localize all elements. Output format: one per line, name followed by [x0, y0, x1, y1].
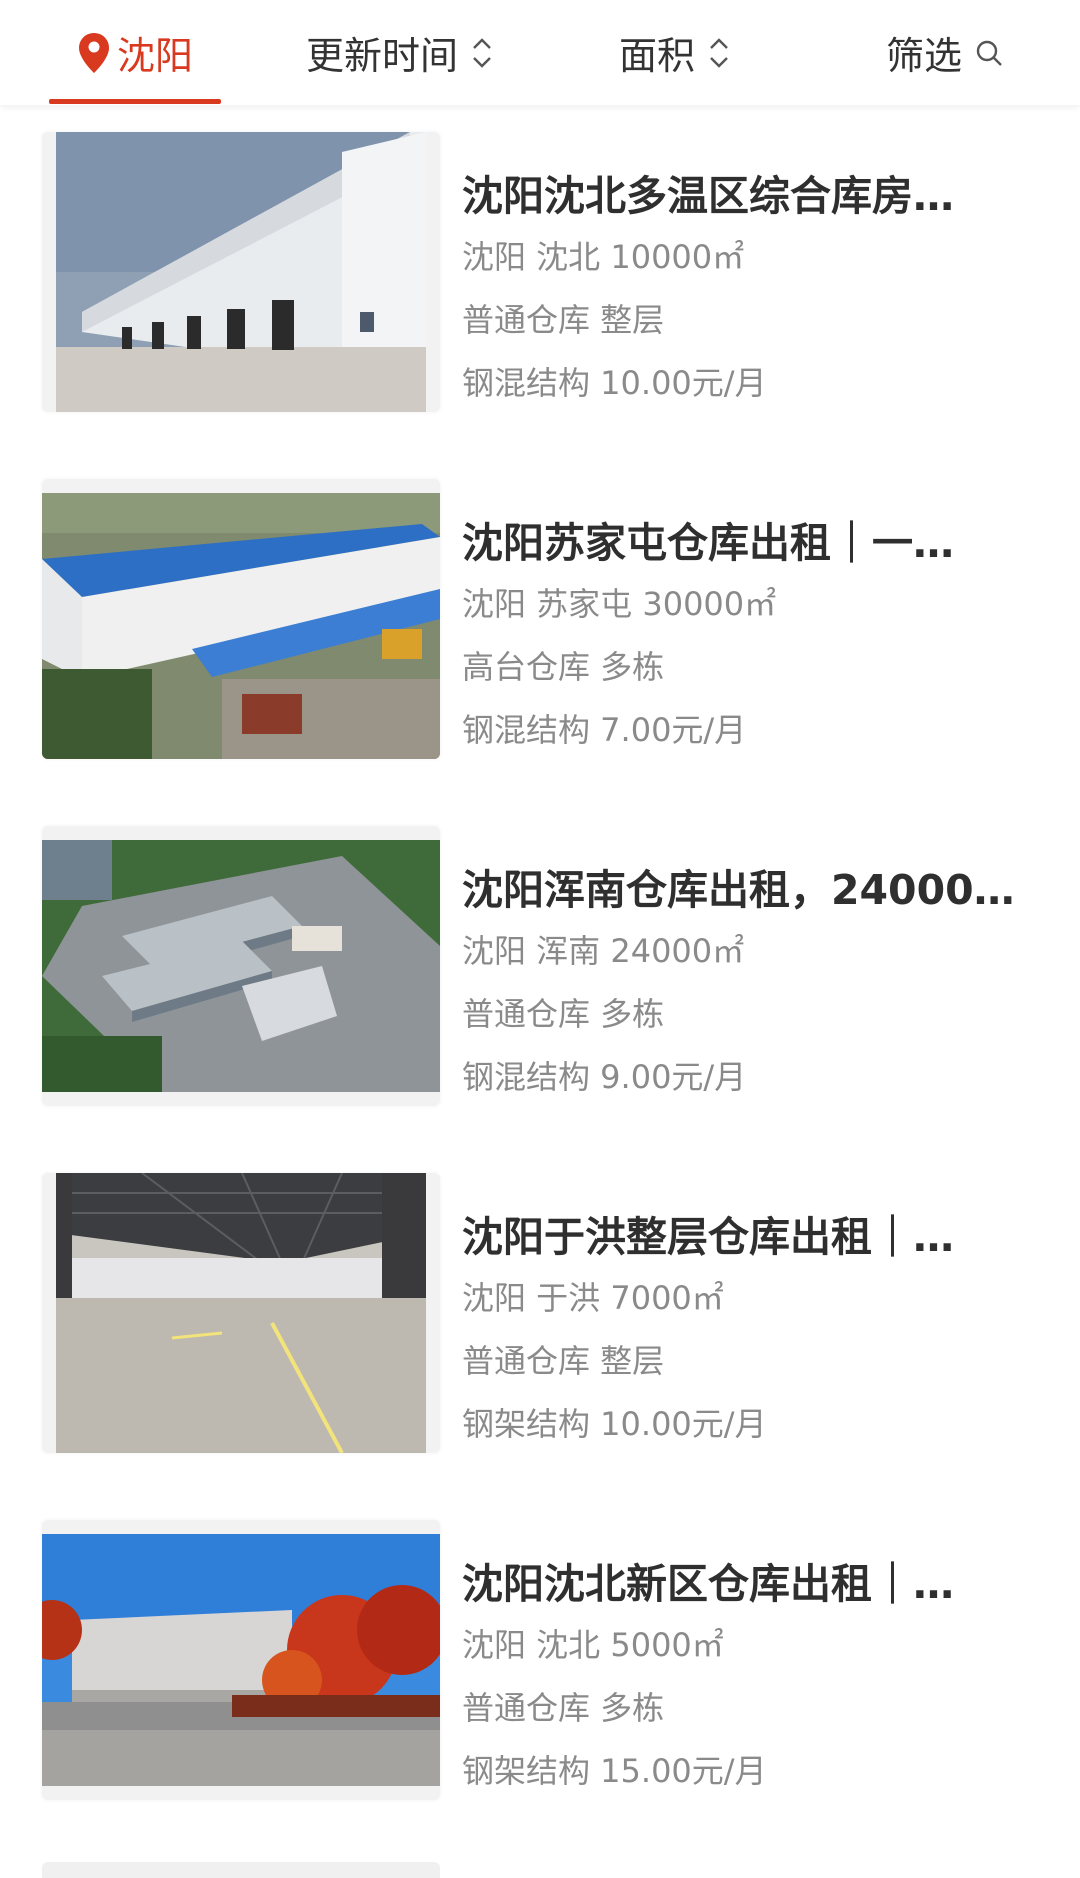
filter-button[interactable]: 筛选 [870, 0, 1020, 105]
listing-title: 沈阳沈北新区仓库出租｜… [462, 1560, 954, 1608]
listing-price: 钢混结构 10.00元/月 [462, 364, 767, 402]
location-pin-icon [78, 32, 109, 73]
listing-thumbnail [42, 826, 440, 1106]
warehouse-park-rendering-image [42, 840, 440, 1092]
listing-title: 沈阳浑南仓库出租，24000… [462, 866, 1015, 914]
listing-thumbnail [42, 1173, 440, 1453]
listing-location: 沈阳 于洪 7000㎡ [462, 1279, 724, 1317]
listing-card[interactable]: 沈阳苏家屯仓库出租｜一… 沈阳 苏家屯 30000㎡ 高台仓库 多栋 钢混结构 … [0, 479, 1080, 827]
listing-thumbnail [42, 132, 440, 412]
listing-type: 普通仓库 多栋 [462, 1689, 665, 1727]
listing-card[interactable]: 沈阳于洪整层仓库出租｜… 沈阳 于洪 7000㎡ 普通仓库 整层 钢架结构 10… [0, 1173, 1080, 1521]
warehouse-with-red-trees-image [42, 1534, 440, 1786]
search-icon [976, 40, 1002, 66]
listing-type: 普通仓库 多栋 [462, 995, 665, 1033]
listing-location: 沈阳 沈北 10000㎡ [462, 238, 745, 276]
listing-type: 普通仓库 整层 [462, 301, 665, 339]
listing-price: 钢架结构 15.00元/月 [462, 1752, 767, 1790]
listing-location: 沈阳 浑南 24000㎡ [462, 932, 745, 970]
sort-updown-icon [710, 37, 728, 68]
sort-area[interactable]: 面积 [600, 0, 750, 105]
city-selector[interactable]: 沈阳 [60, 0, 210, 105]
listing-title: 沈阳于洪整层仓库出租｜… [462, 1213, 954, 1261]
listing-thumbnail [42, 1520, 440, 1800]
listing-type: 普通仓库 整层 [462, 1342, 665, 1380]
area-label: 面积 [618, 34, 695, 78]
filter-bar: 沈阳 更新时间 面积 筛选 [0, 0, 1080, 105]
empty-steel-frame-interior-image [56, 1173, 426, 1453]
listing-price: 钢架结构 10.00元/月 [462, 1405, 767, 1443]
active-tab-underline [49, 99, 221, 104]
sort-updown-icon [473, 37, 491, 68]
update-time-label: 更新时间 [305, 34, 458, 78]
city-label: 沈阳 [116, 34, 193, 78]
listing-title: 沈阳沈北多温区综合库房… [462, 172, 954, 220]
listing-title: 沈阳苏家屯仓库出租｜一… [462, 519, 954, 567]
filter-label: 筛选 [885, 34, 962, 78]
listing-location: 沈阳 苏家屯 30000㎡ [462, 585, 777, 623]
listing-type: 高台仓库 多栋 [462, 648, 665, 686]
listing-card[interactable]: 沈阳浑南仓库出租，24000… 沈阳 浑南 24000㎡ 普通仓库 多栋 钢混结… [0, 826, 1080, 1174]
listing-card[interactable]: 沈阳沈北新区仓库出租｜… 沈阳 沈北 5000㎡ 普通仓库 多栋 钢架结构 15… [0, 1520, 1080, 1868]
blue-roof-warehouse-aerial-image [42, 493, 440, 759]
white-warehouse-with-dock-doors-image [56, 132, 426, 412]
next-listing-thumbnail-edge [42, 1862, 440, 1878]
listing-price: 钢混结构 7.00元/月 [462, 711, 747, 749]
listing-location: 沈阳 沈北 5000㎡ [462, 1626, 724, 1664]
listing-price: 钢混结构 9.00元/月 [462, 1058, 747, 1096]
sort-update-time[interactable]: 更新时间 [285, 0, 515, 105]
listing-card[interactable]: 沈阳沈北多温区综合库房… 沈阳 沈北 10000㎡ 普通仓库 整层 钢混结构 1… [0, 132, 1080, 480]
listing-thumbnail [42, 479, 440, 759]
